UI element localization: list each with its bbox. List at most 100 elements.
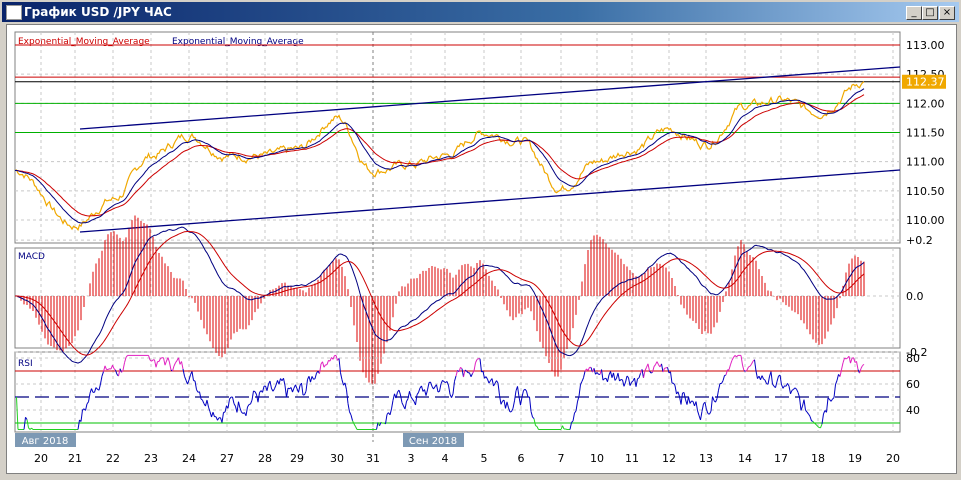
price-tick-label: 110.00 <box>906 214 945 227</box>
rsi-segment <box>104 365 107 370</box>
rsi-segment <box>689 400 692 404</box>
rsi-segment <box>817 425 820 428</box>
rsi-segment <box>701 403 704 412</box>
rsi-segment <box>862 363 865 366</box>
rsi-segment <box>503 399 506 409</box>
month-label: Авг 2018 <box>22 436 69 447</box>
rsi-segment <box>460 366 463 370</box>
rsi-segment <box>391 400 394 410</box>
rsi-segment <box>118 368 121 377</box>
rsi-segment <box>416 392 419 395</box>
rsi-segment <box>521 390 524 398</box>
rsi-segment <box>530 411 533 418</box>
rsi-segment <box>245 406 248 416</box>
rsi-segment <box>340 372 343 380</box>
chart-svg: Exponential_Moving_Average Exponential_M… <box>14 31 946 465</box>
rsi-segment <box>493 383 496 387</box>
rsi-segment <box>799 397 802 411</box>
x-tick-label: 3 <box>408 452 415 465</box>
rsi-segment <box>266 383 269 391</box>
rsi-segment <box>643 370 646 378</box>
rsi-segment <box>830 398 833 402</box>
rsi-segment <box>803 399 806 411</box>
rsi-segment <box>731 357 734 361</box>
rsi-segment <box>191 371 194 381</box>
rsi-segment <box>425 389 428 396</box>
rsi-segment <box>221 412 224 423</box>
rsi-segment <box>401 402 404 407</box>
rsi-segment <box>122 362 125 371</box>
panel-frame-1 <box>14 247 901 349</box>
macd-tick-label: 0.0 <box>906 290 924 303</box>
rsi-segment <box>485 376 488 380</box>
rsi-segment <box>512 400 515 409</box>
x-tick-label: 23 <box>144 452 158 465</box>
rsi-segment <box>728 364 731 370</box>
rsi-segment <box>574 410 577 414</box>
rsi-segment <box>16 396 19 430</box>
rsi-segment <box>389 408 392 415</box>
rsi-segment <box>529 396 532 412</box>
rsi-segment <box>622 379 625 387</box>
rsi-segment <box>680 393 683 405</box>
rsi-segment <box>808 413 811 417</box>
rsi-segment <box>614 378 617 381</box>
rsi-segment <box>415 394 418 405</box>
rsi-segment <box>488 380 491 384</box>
rsi-segment <box>496 380 499 384</box>
rsi-segment <box>578 384 581 397</box>
price-tick-label: 113.00 <box>906 39 945 52</box>
rsi-segment <box>820 423 823 429</box>
rsi-segment <box>311 376 314 380</box>
rsi-segment <box>850 358 853 364</box>
x-tick-label: 10 <box>590 452 604 465</box>
rsi-segment <box>182 368 185 377</box>
rsi-segment <box>232 396 235 404</box>
rsi-segment <box>446 381 449 386</box>
rsi-segment <box>158 358 161 362</box>
rsi-segment <box>341 379 344 386</box>
rsi-segment <box>700 411 703 421</box>
rsi-segment <box>635 378 638 387</box>
rsi-segment <box>80 409 83 422</box>
rsi-segment <box>841 362 844 370</box>
rsi-segment <box>175 360 178 363</box>
rsi-segment <box>791 388 794 391</box>
rsi-segment <box>524 388 527 392</box>
rsi-segment <box>638 373 641 379</box>
rsi-segment <box>572 412 575 422</box>
rsi-segment <box>91 388 94 393</box>
rsi-segment <box>736 355 739 358</box>
rsi-tick-label: 60 <box>906 378 920 391</box>
rsi-segment <box>647 363 650 372</box>
rsi-segment <box>673 382 676 386</box>
rsi-segment <box>626 375 629 379</box>
rsi-segment <box>355 426 358 430</box>
rsi-segment <box>688 396 691 404</box>
rsi-segment <box>184 376 187 381</box>
rsi-segment <box>85 403 88 411</box>
x-tick-label: 31 <box>366 452 380 465</box>
rsi-segment <box>721 380 724 384</box>
rsi-segment <box>119 368 122 373</box>
rsi-segment <box>575 401 578 412</box>
rsi-segment <box>427 382 430 390</box>
rsi-segment <box>532 416 535 419</box>
rsi-segment <box>845 357 848 360</box>
rsi-segment <box>239 407 242 413</box>
rsi-segment <box>763 378 766 381</box>
rsi-segment <box>644 367 647 371</box>
rsi-segment <box>262 386 265 393</box>
rsi-segment <box>794 387 797 390</box>
rsi-segment <box>305 379 308 392</box>
rsi-segment <box>734 355 737 358</box>
rsi-segment <box>238 401 241 409</box>
rsi-segment <box>194 380 197 390</box>
rsi-segment <box>526 390 529 398</box>
rsi-segment <box>241 411 244 414</box>
rsi-segment <box>442 379 445 382</box>
ema-slow-line <box>15 94 865 217</box>
rsi-segment <box>278 378 281 385</box>
rsi-segment <box>347 403 350 412</box>
rsi-segment <box>677 391 680 397</box>
